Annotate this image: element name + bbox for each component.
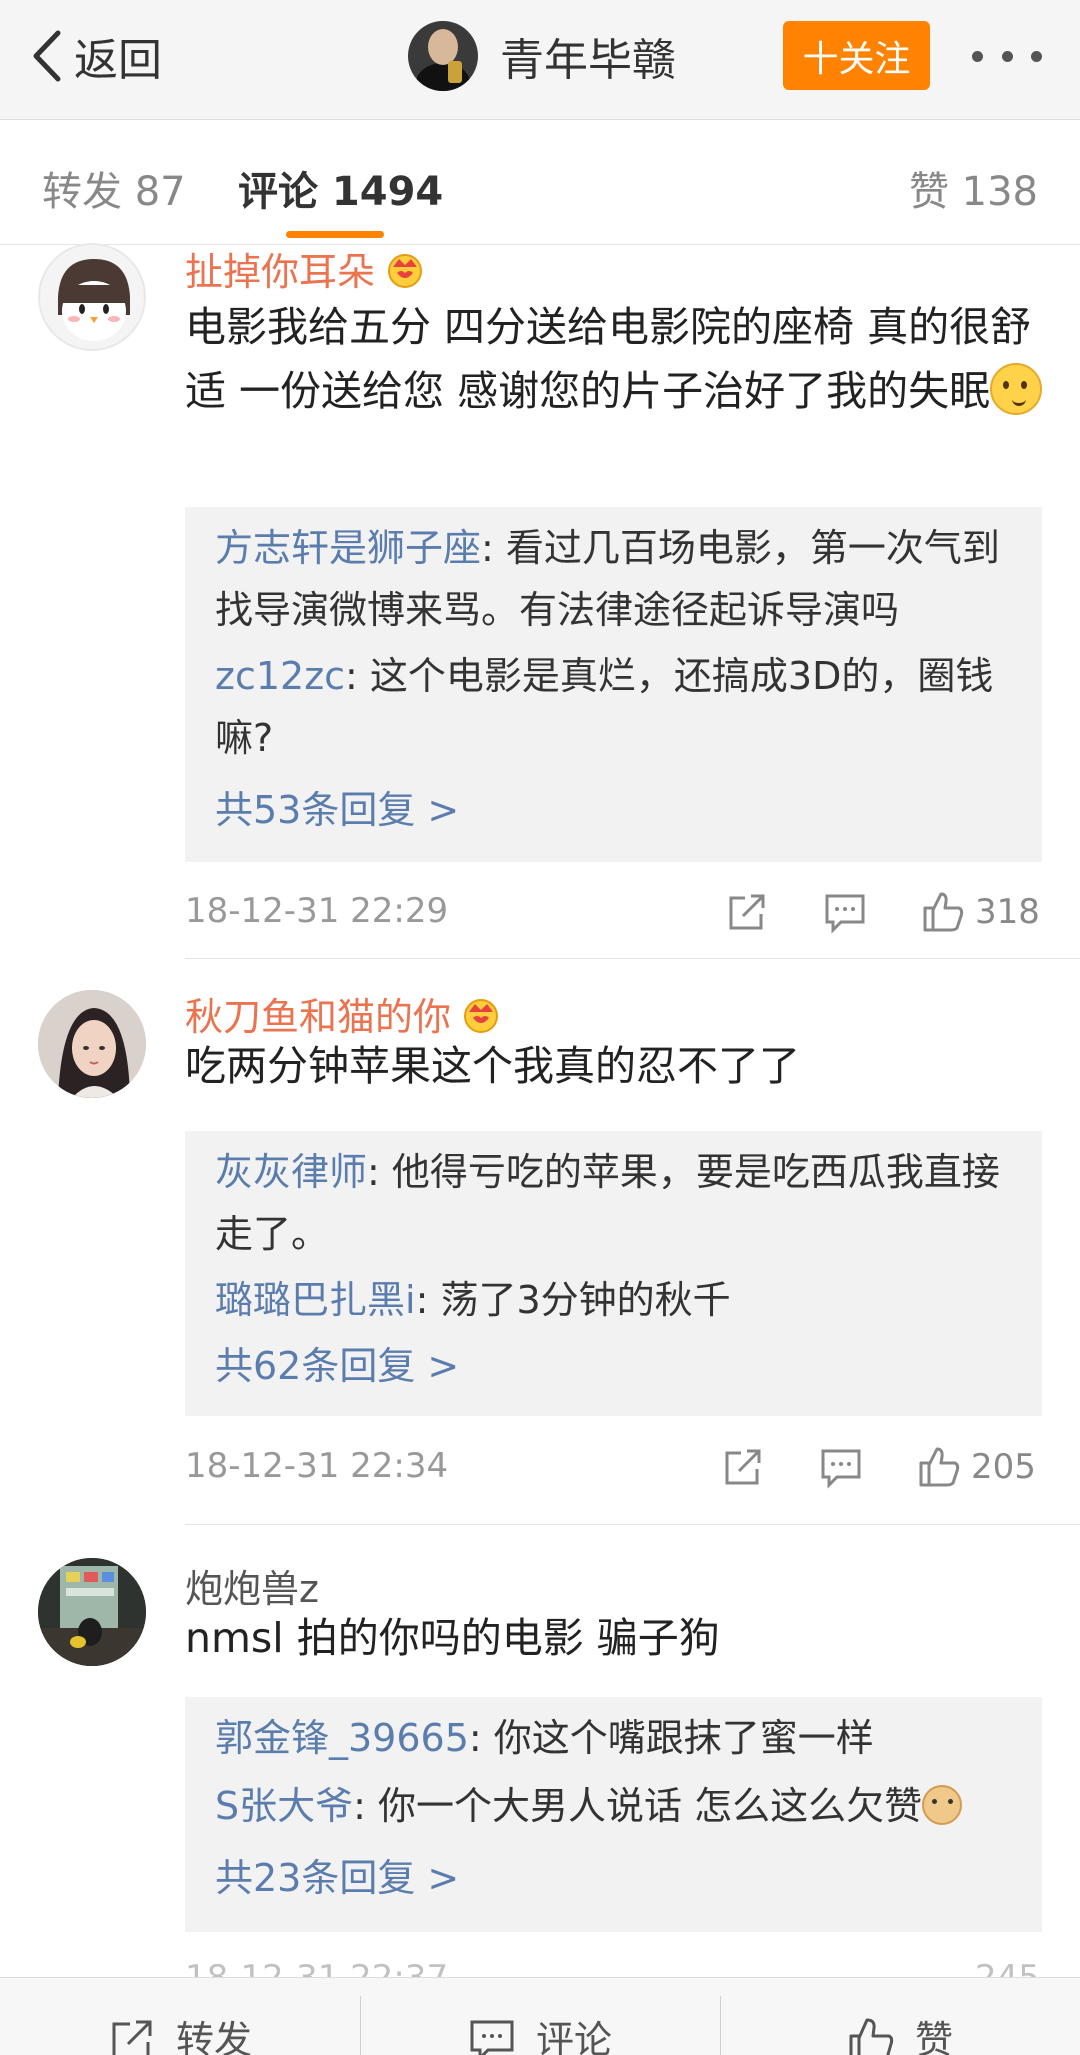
doge-emoji-icon: [922, 1785, 963, 1825]
comment-text: 电影我给五分 四分送给电影院的座椅 真的很舒适 一份送给您 感谢您的片子治好了我…: [185, 295, 1045, 423]
comment-timestamp: 18-12-31 22:37: [185, 1958, 449, 1978]
comment-divider: [185, 958, 1080, 959]
share-comment-button[interactable]: [721, 1442, 765, 1492]
like-count: 245: [975, 1958, 1040, 1978]
reply-item[interactable]: 郭金锋_39665: 你这个嘴跟抹了蜜一样: [215, 1707, 1015, 1769]
detail-tabs: 转发 87 评论 1494 赞 138: [0, 121, 1080, 245]
chevron-left-icon: [33, 30, 61, 82]
back-button[interactable]: 返回: [28, 20, 162, 92]
comment-icon: [470, 2020, 514, 2055]
vip-crown-icon: [464, 998, 499, 1033]
top-nav-bar: 返回 青年毕赣 十关注: [0, 0, 1080, 120]
reply-comment-button[interactable]: [819, 1442, 863, 1492]
reply-item[interactable]: 方志轩是狮子座: 看过几百场电影，第一次气到找导演微博来骂。有法律途径起诉导演吗: [215, 517, 1015, 641]
comment-text: nmsl 拍的你吗的电影 骗子狗: [185, 1614, 720, 1662]
share-icon: [725, 1449, 761, 1485]
like-count: 205: [971, 1447, 1036, 1487]
tab-active-indicator: [286, 231, 384, 238]
repost-label: 转发: [175, 2018, 252, 2055]
user-photo-avatar: [38, 1558, 146, 1666]
more-replies-link[interactable]: 共62条回复 >: [215, 1335, 459, 1390]
reply-item[interactable]: zc12zc: 这个电影是真烂，还搞成3D的，圈钱嘛?: [215, 645, 1015, 769]
bottom-action-bar: 转发 评论 赞: [0, 1977, 1080, 2055]
avatar[interactable]: [38, 243, 146, 351]
comment-timestamp: 18-12-31 22:34: [185, 1446, 449, 1486]
reply-item[interactable]: 灰灰律师: 他得亏吃的苹果，要是吃西瓜我直接走了。: [215, 1141, 1015, 1265]
reply-item[interactable]: S张大爷: 你一个大男人说话 怎么这么欠赞: [215, 1775, 1015, 1837]
more-replies-link[interactable]: 共53条回复 >: [215, 779, 459, 834]
comment-divider: [185, 1524, 1080, 1525]
thumbs-up-icon: [919, 1447, 960, 1487]
avatar[interactable]: [38, 990, 146, 1098]
comment-icon: [825, 894, 865, 934]
share-comment-button[interactable]: [725, 887, 769, 937]
reply-item[interactable]: 璐璐巴扎黑i: 荡了3分钟的秋千: [215, 1269, 1015, 1331]
thumbs-up-icon: [923, 892, 964, 932]
comment-timestamp: 18-12-31 22:29: [185, 891, 449, 931]
comment-username[interactable]: 炮炮兽z: [185, 1558, 319, 1613]
replies-box[interactable]: 郭金锋_39665: 你这个嘴跟抹了蜜一样 S张大爷: 你一个大男人说话 怎么这…: [185, 1697, 1042, 1932]
thumbs-up-icon: [849, 2018, 894, 2055]
comment-label: 评论: [535, 2018, 612, 2055]
avatar[interactable]: [38, 1558, 146, 1666]
profile-header[interactable]: 青年毕赣: [408, 20, 676, 92]
replies-box[interactable]: 灰灰律师: 他得亏吃的苹果，要是吃西瓜我直接走了。 璐璐巴扎黑i: 荡了3分钟的…: [185, 1131, 1042, 1416]
share-icon: [112, 2020, 152, 2055]
tab-comments[interactable]: 评论 1494: [238, 159, 443, 217]
share-icon: [729, 894, 765, 930]
cartoon-avatar-image: [58, 259, 130, 341]
replies-box[interactable]: 方志轩是狮子座: 看过几百场电影，第一次气到找导演微博来骂。有法律途径起诉导演吗…: [185, 507, 1042, 862]
repost-button[interactable]: 转发: [0, 1978, 360, 2055]
profile-name[interactable]: 青年毕赣: [500, 24, 676, 88]
back-label: 返回: [74, 35, 162, 86]
like-label: 赞: [914, 2018, 953, 2055]
comment-icon: [821, 1449, 861, 1489]
like-count: 318: [975, 892, 1040, 932]
more-replies-link[interactable]: 共23条回复 >: [215, 1847, 459, 1902]
comment-meta: 18-12-31 22:34 205: [185, 1442, 1042, 1492]
comment-meta: 18-12-31 22:29 318: [185, 887, 1042, 937]
reply-comment-button[interactable]: [823, 887, 867, 937]
like-button[interactable]: 赞: [720, 1978, 1080, 2055]
like-comment-button[interactable]: 318: [921, 887, 1040, 937]
comment-text: 吃两分钟苹果这个我真的忍不了了: [185, 1042, 800, 1090]
comment-username[interactable]: 扯掉你耳朵: [185, 241, 427, 296]
tab-reposts[interactable]: 转发 87: [42, 159, 186, 217]
user-photo-avatar: [38, 990, 146, 1098]
like-comment-button[interactable]: 205: [917, 1442, 1036, 1492]
comment-username[interactable]: 秋刀鱼和猫的你: [185, 986, 503, 1041]
comment-button[interactable]: 评论: [360, 1978, 720, 2055]
profile-avatar[interactable]: [408, 21, 478, 91]
follow-button[interactable]: 十关注: [783, 21, 930, 90]
tab-likes[interactable]: 赞 138: [909, 159, 1038, 217]
more-options-icon[interactable]: [972, 28, 1042, 84]
thinking-emoji-icon: [990, 363, 1043, 415]
comment-meta-partial: 18-12-31 22:37 245: [185, 1958, 1042, 1978]
vip-crown-icon: [388, 253, 423, 288]
